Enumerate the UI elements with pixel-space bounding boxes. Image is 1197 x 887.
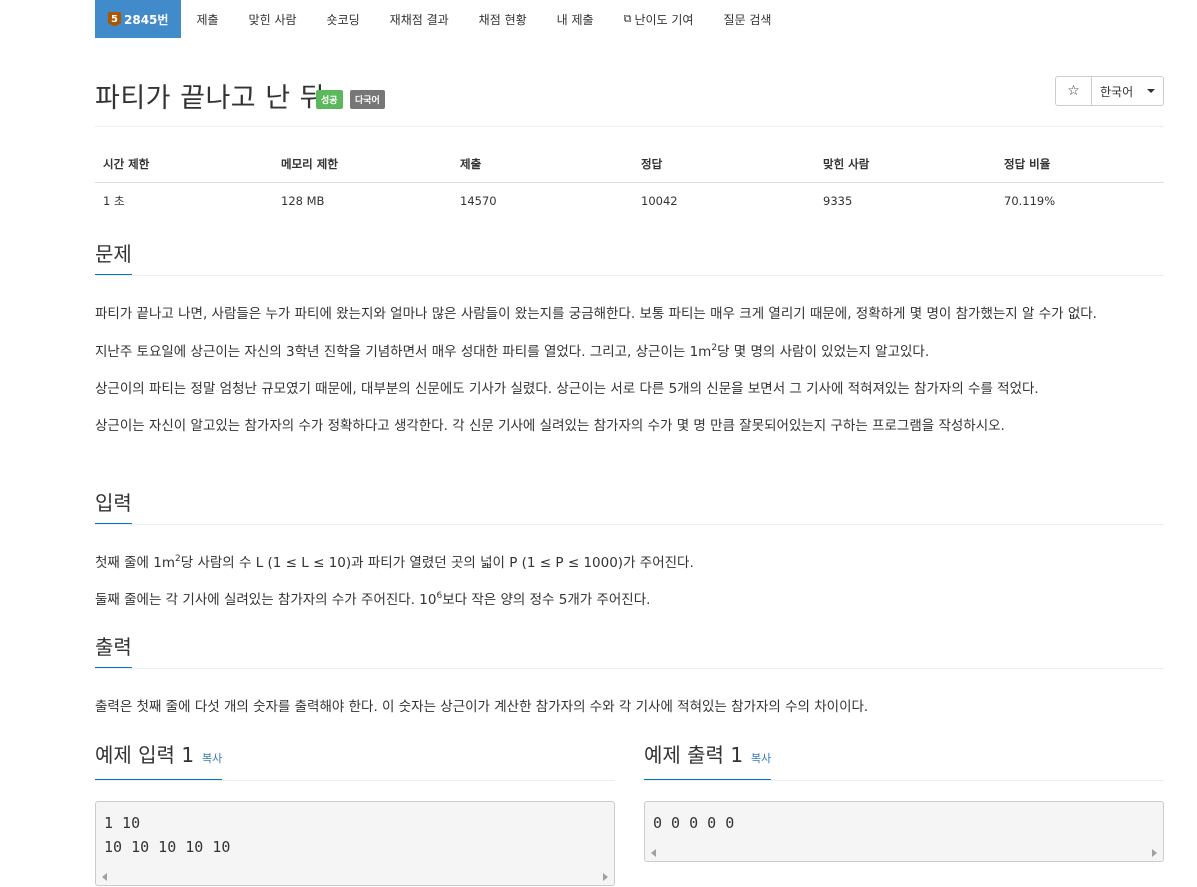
problem-section-header: 문제	[95, 242, 1164, 276]
output-text: 출력은 첫째 줄에 다섯 개의 숫자를 출력해야 한다. 이 숫자는 상근이가 …	[95, 699, 869, 715]
title-row: 파티가 끝나고 난 뒤 성공 다국어 ☆ 한국어	[95, 76, 1164, 127]
memory-limit-value: 128 MB	[281, 194, 325, 208]
scroll-right-icon[interactable]	[1152, 849, 1157, 857]
nav-difficulty-contribute[interactable]: ⧉ 난이도 기여	[609, 0, 709, 38]
input-line-2: 둘째 줄에는 각 기사에 실려있는 참가자의 수가 주어진다. 106보다 작은…	[95, 590, 651, 608]
title-actions: ☆ 한국어	[1055, 76, 1164, 106]
output-section-header: 출력	[95, 635, 1164, 669]
table-row: 1 초 128 MB 14570 10042 9335 70.119%	[95, 183, 1164, 220]
nav-status[interactable]: 채점 현황	[464, 0, 542, 38]
submissions-value: 14570	[460, 194, 497, 208]
nav-solved-users[interactable]: 맞힌 사람	[234, 0, 312, 38]
problem-paragraph-1: 파티가 끝나고 나면, 사람들은 누가 파티에 왔는지와 얼마나 많은 사람들이…	[95, 306, 1097, 322]
header-submissions: 제출	[452, 148, 633, 183]
problem-number: 2845번	[124, 12, 169, 27]
star-button[interactable]: ☆	[1055, 76, 1092, 106]
header-solved-users: 맞힌 사람	[815, 148, 996, 183]
tier-badge-icon: 5	[108, 11, 121, 27]
horizontal-scrollbar[interactable]	[645, 845, 1163, 861]
copy-output-button[interactable]: 복사	[751, 752, 771, 765]
problem-info-table: 시간 제한 메모리 제한 제출 정답 맞힌 사람 정답 비율 1 초 128 M…	[95, 148, 1164, 219]
header-memory-limit: 메모리 제한	[273, 148, 452, 183]
nav-my-submissions[interactable]: 내 제출	[542, 0, 609, 38]
time-limit-value: 1 초	[103, 194, 125, 208]
status-badge-success: 성공	[316, 90, 343, 109]
sample-input-heading: 예제 입력 1 복사	[95, 743, 223, 780]
scroll-left-icon[interactable]	[102, 873, 107, 881]
problem-heading: 문제	[95, 242, 132, 275]
sample-input-text: 1 10 10 10 10 10 10	[104, 814, 231, 856]
star-icon: ☆	[1067, 83, 1080, 99]
sample-input-header: 예제 입력 1 복사	[95, 743, 615, 781]
language-dropdown[interactable]: 한국어	[1092, 76, 1164, 106]
input-section-header: 입력	[95, 491, 1164, 525]
copy-input-button[interactable]: 복사	[202, 752, 222, 765]
output-heading: 출력	[95, 635, 132, 668]
external-link-icon: ⧉	[623, 12, 632, 25]
nav-rejudge-result[interactable]: 재채점 결과	[375, 0, 464, 38]
horizontal-scrollbar[interactable]	[96, 869, 614, 885]
sample-output-heading: 예제 출력 1 복사	[644, 743, 772, 780]
sample-output-text: 0 0 0 0 0	[653, 814, 735, 832]
scroll-right-icon[interactable]	[603, 873, 608, 881]
table-header-row: 시간 제한 메모리 제한 제출 정답 맞힌 사람 정답 비율	[95, 148, 1164, 183]
input-description: 첫째 줄에 1m2당 사람의 수 L (1 ≤ L ≤ 10)과 파티가 열렸던…	[95, 549, 1164, 614]
nav-difficulty-label: 난이도 기여	[634, 12, 694, 27]
problem-page: 5 2845번 제출 맞힌 사람 숏코딩 재채점 결과 채점 현황 내 제출 ⧉…	[95, 0, 1164, 886]
problem-paragraph-4: 상근이는 자신이 알고있는 참가자의 수가 정확하다고 생각한다. 각 신문 기…	[95, 418, 1005, 434]
chevron-down-icon	[1147, 89, 1155, 93]
nav-question-search[interactable]: 질문 검색	[708, 0, 786, 38]
nav-short-coding[interactable]: 숏코딩	[312, 0, 375, 38]
sample-input-box[interactable]: 1 10 10 10 10 10 10	[95, 801, 615, 886]
problem-menu: 5 2845번 제출 맞힌 사람 숏코딩 재채점 결과 채점 현황 내 제출 ⧉…	[95, 0, 1164, 38]
sample-output-header: 예제 출력 1 복사	[644, 743, 1164, 781]
accepted-value: 10042	[641, 194, 678, 208]
nav-problem-number[interactable]: 5 2845번	[95, 0, 182, 38]
header-time-limit: 시간 제한	[95, 148, 273, 183]
sample-output-box[interactable]: 0 0 0 0 0	[644, 801, 1164, 862]
solved-users-value: 9335	[823, 194, 853, 208]
multilang-badge[interactable]: 다국어	[350, 90, 385, 109]
input-heading: 입력	[95, 491, 132, 524]
scroll-left-icon[interactable]	[651, 849, 656, 857]
problem-description: 파티가 끝나고 나면, 사람들은 누가 파티에 왔는지와 얼마나 많은 사람들이…	[95, 300, 1164, 440]
input-line-1: 첫째 줄에 1m2당 사람의 수 L (1 ≤ L ≤ 10)과 파티가 열렸던…	[95, 553, 694, 571]
output-description: 출력은 첫째 줄에 다섯 개의 숫자를 출력해야 한다. 이 숫자는 상근이가 …	[95, 693, 1164, 721]
problem-paragraph-3: 상근이의 파티는 정말 엄청난 규모였기 때문에, 대부분의 신문에도 기사가 …	[95, 381, 1039, 397]
language-label: 한국어	[1100, 84, 1134, 99]
header-accept-rate: 정답 비율	[996, 148, 1164, 183]
accept-rate-value: 70.119%	[1004, 194, 1056, 208]
problem-title: 파티가 끝나고 난 뒤	[95, 83, 325, 114]
problem-paragraph-2: 지난주 토요일에 상근이는 자신의 3학년 진학을 기념하면서 매우 성대한 파…	[95, 342, 930, 360]
nav-submit[interactable]: 제출	[181, 0, 233, 38]
header-accepted: 정답	[633, 148, 815, 183]
